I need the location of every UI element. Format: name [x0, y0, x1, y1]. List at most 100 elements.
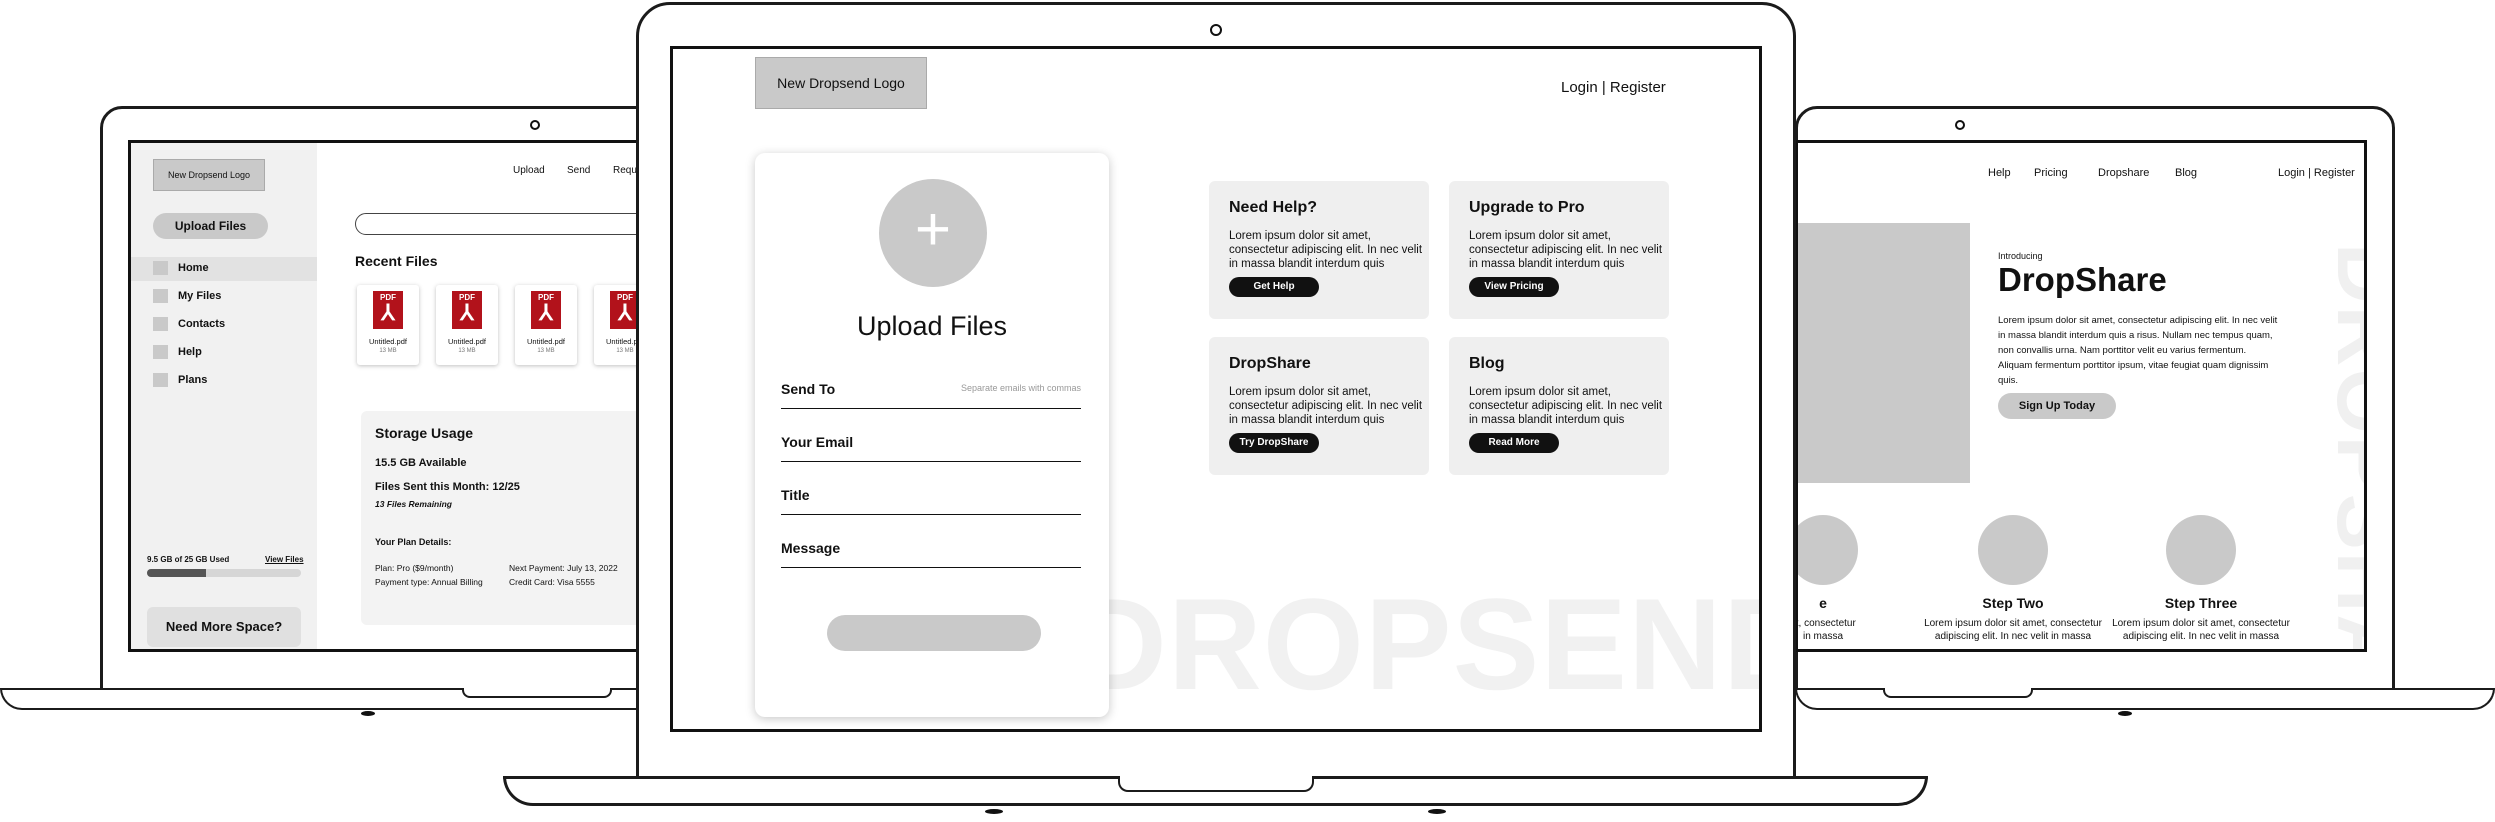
- left-top-nav-send[interactable]: Send: [567, 165, 590, 176]
- need-help-body: Lorem ipsum dolor sit amet, consectetur …: [1229, 230, 1423, 270]
- step-two-circle: [1978, 515, 2048, 585]
- center-laptop-notch: [1118, 776, 1314, 792]
- step-one-title: e: [1819, 595, 1827, 611]
- right-hero-image: [1798, 223, 1970, 483]
- step-three-circle: [2166, 515, 2236, 585]
- left-laptop-screen: New Dropsend Logo Upload Files Home My F…: [128, 140, 658, 652]
- sidebar-item-contacts[interactable]: Contacts: [153, 317, 225, 331]
- send-to-field[interactable]: Send To Separate emails with commas: [781, 379, 1081, 409]
- blog-card: Blog Lorem ipsum dolor sit amet, consecte…: [1449, 337, 1669, 475]
- step-two-desc: Lorem ipsum dolor sit amet, consectetur …: [1924, 618, 2102, 642]
- step-one: e et, consectetur in massa: [1795, 515, 1908, 643]
- dropshare-title: DropShare: [1998, 261, 2167, 298]
- step-three: Step Three Lorem ipsum dolor sit amet, c…: [2106, 515, 2296, 643]
- upload-submit-button[interactable]: [827, 615, 1041, 651]
- blog-card-title: Blog: [1469, 355, 1505, 372]
- upgrade-pro-title: Upgrade to Pro: [1469, 199, 1585, 216]
- need-help-card: Need Help? Lorem ipsum dolor sit amet, co…: [1209, 181, 1429, 319]
- dropshare-card-body: Lorem ipsum dolor sit amet, consectetur …: [1229, 386, 1423, 426]
- left-laptop-notch: [462, 688, 612, 698]
- plan-name: Plan: Pro ($9/month): [375, 563, 454, 573]
- storage-card: Storage Usage 15.5 GB Available Files Se…: [361, 411, 651, 625]
- title-field[interactable]: Title: [781, 485, 1081, 515]
- pdf-icon: PDF ⅄: [531, 291, 561, 329]
- recent-files-title: Recent Files: [355, 253, 438, 269]
- sidebar-item-plans[interactable]: Plans: [153, 373, 207, 387]
- step-two: Step Two Lorem ipsum dolor sit amet, con…: [1918, 515, 2108, 643]
- files-remaining: 13 Files Remaining: [375, 499, 452, 509]
- center-watermark: DROPSEND: [1073, 571, 1762, 717]
- left-top-nav-upload[interactable]: Upload: [513, 165, 545, 176]
- upgrade-pro-body: Lorem ipsum dolor sit amet, consectetur …: [1469, 230, 1663, 270]
- plus-icon: +: [914, 195, 952, 264]
- step-one-desc: et, consectetur in massa: [1795, 618, 1856, 642]
- left-laptop-camera: [530, 120, 540, 130]
- pdf-icon: PDF ⅄: [452, 291, 482, 329]
- sign-up-button[interactable]: Sign Up Today: [1998, 393, 2116, 419]
- right-laptop-screen: Help Pricing Dropshare Blog Login | Regi…: [1795, 140, 2367, 652]
- center-logo: New Dropsend Logo: [755, 57, 927, 109]
- dropshare-card-title: DropShare: [1229, 355, 1311, 372]
- center-laptop-foot-right: [1428, 809, 1446, 814]
- right-laptop-camera: [1955, 120, 1965, 130]
- file-card[interactable]: PDF ⅄ Untitled.pdf 13 MB: [515, 285, 577, 365]
- get-help-button[interactable]: Get Help: [1229, 277, 1319, 297]
- your-email-field[interactable]: Your Email: [781, 432, 1081, 462]
- left-search-input[interactable]: [355, 213, 655, 235]
- step-two-title: Step Two: [1982, 595, 2044, 611]
- folder-icon: [153, 289, 168, 303]
- right-nav-dropshare[interactable]: Dropshare: [2098, 167, 2149, 179]
- file-card[interactable]: PDF ⅄ Untitled.pdf 13 MB: [357, 285, 419, 365]
- need-more-space-button[interactable]: Need More Space?: [147, 607, 301, 647]
- credit-card: Credit Card: Visa 5555: [509, 577, 595, 587]
- usage-bar: [147, 569, 301, 577]
- files-sent: Files Sent this Month: 12/25: [375, 481, 520, 493]
- storage-available: 15.5 GB Available: [375, 457, 467, 469]
- left-laptop-foot: [361, 711, 375, 716]
- right-nav-pricing[interactable]: Pricing: [2034, 167, 2068, 179]
- view-files-link[interactable]: View Files: [265, 555, 304, 564]
- view-pricing-button[interactable]: View Pricing: [1469, 277, 1559, 297]
- upload-plus-button[interactable]: +: [879, 179, 987, 287]
- step-three-title: Step Three: [2164, 595, 2238, 611]
- introducing-label: Introducing: [1998, 251, 2043, 261]
- upgrade-pro-card: Upgrade to Pro Lorem ipsum dolor sit amet…: [1449, 181, 1669, 319]
- right-login-link[interactable]: Login | Register: [2278, 167, 2355, 179]
- upload-panel: + Upload Files Send To Separate emails wi…: [755, 153, 1109, 717]
- left-upload-button[interactable]: Upload Files: [153, 213, 268, 239]
- help-icon: [153, 345, 168, 359]
- right-laptop-foot: [2118, 711, 2132, 716]
- right-watermark: DROPSHARE: [2320, 243, 2367, 649]
- home-icon: [153, 261, 168, 275]
- read-more-button[interactable]: Read More: [1469, 433, 1559, 453]
- contacts-icon: [153, 317, 168, 331]
- sidebar-item-my-files[interactable]: My Files: [153, 289, 221, 303]
- center-laptop-screen: DROPSEND New Dropsend Logo Login | Regis…: [670, 46, 1762, 732]
- upload-title: Upload Files: [856, 311, 1008, 341]
- blog-card-body: Lorem ipsum dolor sit amet, consectetur …: [1469, 386, 1663, 426]
- next-payment: Next Payment: July 13, 2022: [509, 563, 618, 573]
- usage-bar-fill: [147, 569, 206, 577]
- dropshare-body: Lorem ipsum dolor sit amet, consectetur …: [1998, 315, 2278, 386]
- right-nav-help[interactable]: Help: [1988, 167, 2011, 179]
- sidebar-item-home[interactable]: Home: [153, 261, 209, 275]
- try-dropshare-button[interactable]: Try DropShare: [1229, 433, 1319, 453]
- step-one-circle: [1798, 515, 1858, 585]
- file-card[interactable]: PDF ⅄ Untitled.pdf 13 MB: [436, 285, 498, 365]
- pdf-icon: PDF ⅄: [373, 291, 403, 329]
- usage-text: 9.5 GB of 25 GB Used: [147, 555, 230, 564]
- plan-details-title: Your Plan Details:: [375, 537, 452, 547]
- right-nav-blog[interactable]: Blog: [2175, 167, 2197, 179]
- step-three-desc: Lorem ipsum dolor sit amet, consectetur …: [2112, 618, 2290, 642]
- message-field[interactable]: Message: [781, 538, 1081, 568]
- center-laptop-foot-left: [985, 809, 1003, 814]
- right-laptop-notch: [1883, 688, 2033, 698]
- sidebar-item-help[interactable]: Help: [153, 345, 202, 359]
- dropshare-card: DropShare Lorem ipsum dolor sit amet, con…: [1209, 337, 1429, 475]
- storage-title: Storage Usage: [375, 425, 474, 441]
- payment-type: Payment type: Annual Billing: [375, 577, 483, 587]
- need-help-title: Need Help?: [1229, 199, 1318, 216]
- send-to-placeholder: Separate emails with commas: [960, 383, 1081, 393]
- center-laptop-camera: [1210, 24, 1222, 36]
- center-login-link[interactable]: Login | Register: [1561, 79, 1666, 96]
